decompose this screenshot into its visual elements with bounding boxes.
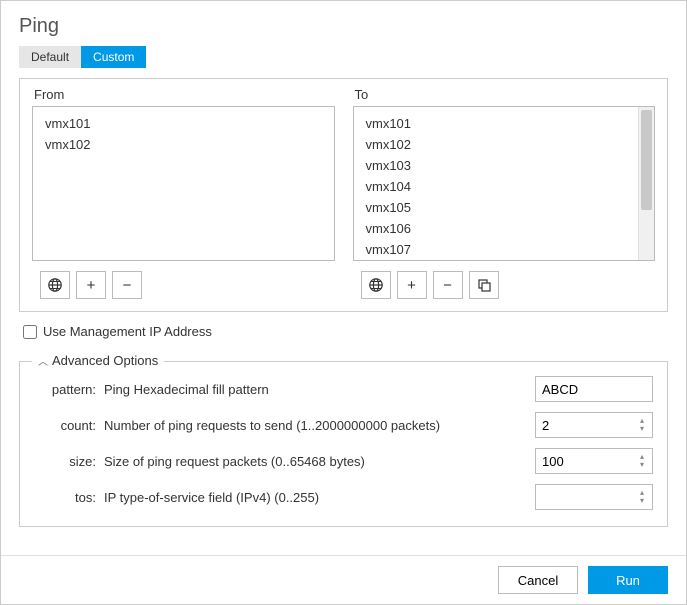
spinner-icon[interactable]: ▴▾ <box>635 448 649 474</box>
plus-icon[interactable]: + <box>397 271 427 299</box>
list-item[interactable]: vmx105 <box>354 197 655 218</box>
advanced-options-fieldset: ︿ Advanced Options pattern: Ping Hexadec… <box>19 361 668 527</box>
to-toolbar: + − <box>353 271 656 299</box>
list-item[interactable]: vmx101 <box>33 113 334 134</box>
dialog-footer: Cancel Run <box>1 555 686 604</box>
pattern-desc: Ping Hexadecimal fill pattern <box>104 382 527 397</box>
tos-label: tos: <box>34 490 96 505</box>
tab-custom[interactable]: Custom <box>81 46 146 68</box>
from-label: From <box>32 87 335 102</box>
management-ip-row: Use Management IP Address <box>19 312 668 345</box>
globe-icon[interactable] <box>361 271 391 299</box>
device-selection-panel: From vmx101vmx102 + − To vmx101vmx102vmx… <box>19 78 668 312</box>
list-item[interactable]: vmx102 <box>354 134 655 155</box>
advanced-options-label: Advanced Options <box>52 353 158 368</box>
count-desc: Number of ping requests to send (1..2000… <box>104 418 527 433</box>
size-desc: Size of ping request packets (0..65468 b… <box>104 454 527 469</box>
spinner-icon[interactable]: ▴▾ <box>635 484 649 510</box>
globe-icon[interactable] <box>40 271 70 299</box>
dialog-title: Ping <box>19 15 668 38</box>
tos-desc: IP type-of-service field (IPv4) (0..255) <box>104 490 527 505</box>
to-panel: To vmx101vmx102vmx103vmx104vmx105vmx106v… <box>353 87 656 299</box>
to-listbox[interactable]: vmx101vmx102vmx103vmx104vmx105vmx106vmx1… <box>353 106 656 261</box>
from-panel: From vmx101vmx102 + − <box>32 87 335 299</box>
to-label: To <box>353 87 656 102</box>
list-item[interactable]: vmx106 <box>354 218 655 239</box>
tabs: Default Custom <box>1 46 686 78</box>
count-row: count: Number of ping requests to send (… <box>34 412 653 438</box>
size-label: size: <box>34 454 96 469</box>
tab-default[interactable]: Default <box>19 46 81 68</box>
minus-icon[interactable]: − <box>112 271 142 299</box>
list-item[interactable]: vmx102 <box>33 134 334 155</box>
minus-icon[interactable]: − <box>433 271 463 299</box>
count-label: count: <box>34 418 96 433</box>
from-listbox[interactable]: vmx101vmx102 <box>32 106 335 261</box>
spinner-icon[interactable]: ▴▾ <box>635 412 649 438</box>
chevron-up-icon: ︿ <box>38 353 48 368</box>
content: From vmx101vmx102 + − To vmx101vmx102vmx… <box>1 78 686 555</box>
scrollbar[interactable] <box>638 107 654 260</box>
management-ip-label: Use Management IP Address <box>43 324 212 339</box>
run-button[interactable]: Run <box>588 566 668 594</box>
pattern-label: pattern: <box>34 382 96 397</box>
size-row: size: Size of ping request packets (0..6… <box>34 448 653 474</box>
list-item[interactable]: vmx103 <box>354 155 655 176</box>
pattern-input[interactable] <box>535 376 653 402</box>
advanced-options-legend[interactable]: ︿ Advanced Options <box>32 353 164 368</box>
list-item[interactable]: vmx107 <box>354 239 655 260</box>
list-item[interactable]: vmx104 <box>354 176 655 197</box>
from-toolbar: + − <box>32 271 335 299</box>
plus-icon[interactable]: + <box>76 271 106 299</box>
list-item[interactable]: vmx101 <box>354 113 655 134</box>
tos-row: tos: IP type-of-service field (IPv4) (0.… <box>34 484 653 510</box>
dialog-header: Ping <box>1 1 686 46</box>
management-ip-checkbox[interactable] <box>23 325 37 339</box>
pattern-row: pattern: Ping Hexadecimal fill pattern <box>34 376 653 402</box>
copy-icon[interactable] <box>469 271 499 299</box>
cancel-button[interactable]: Cancel <box>498 566 578 594</box>
